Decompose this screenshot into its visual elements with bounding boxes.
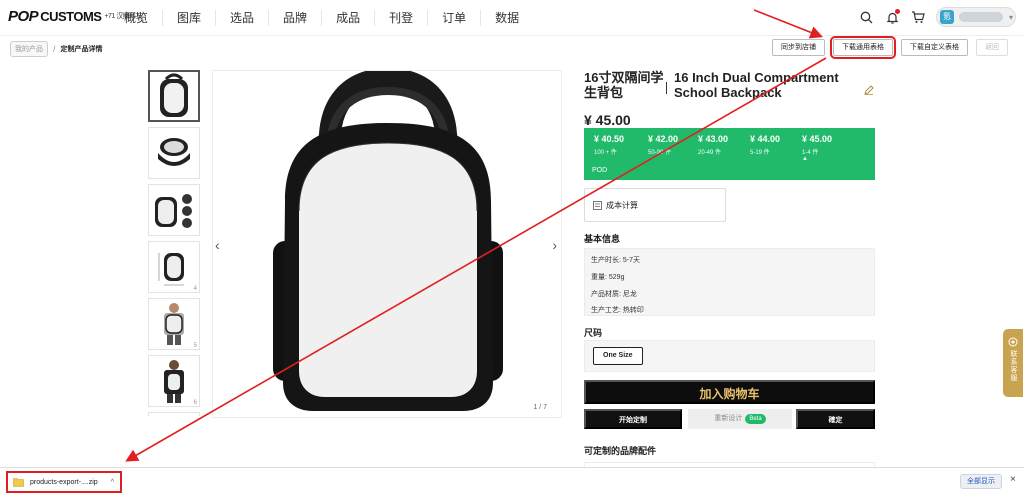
breadcrumb-my-products[interactable]: 我的产品 <box>10 41 48 57</box>
cost-calculator-button[interactable]: 成本计算 <box>584 188 726 222</box>
info-process: 生产工艺: 热转印 <box>591 307 644 314</box>
product-main-image: ‹ › 1 / 7 <box>212 67 562 418</box>
nav-item-overview[interactable]: 概览 <box>118 10 162 26</box>
thumbnail-front[interactable] <box>148 70 200 122</box>
top-navigation: POP CUSTOMS +71 汉鼎科技 概览 图库 选品 品牌 成品 刊登 订… <box>0 0 1024 36</box>
title-divider <box>666 82 667 94</box>
size-heading: 尺码 <box>584 328 603 338</box>
logo-pop: POP <box>8 8 39 25</box>
chevron-right-icon[interactable]: › <box>552 237 557 253</box>
calculator-icon <box>593 200 602 210</box>
nav-item-orders[interactable]: 订单 <box>427 10 480 26</box>
product-price: ¥ 45.00 <box>584 112 631 128</box>
cart-icon[interactable] <box>910 9 926 25</box>
thumbnail-number: 5 <box>193 343 197 349</box>
tier-item: ¥ 45.00 1-4 件 <box>802 134 832 156</box>
thumbnail-more[interactable] <box>148 412 200 416</box>
nav-item-selection[interactable]: 选品 <box>215 10 268 26</box>
accessories-heading: 可定制的品牌配件 <box>584 446 657 456</box>
nav-item-finished[interactable]: 成品 <box>321 10 374 26</box>
close-icon[interactable]: × <box>1010 474 1016 485</box>
size-options: One Size <box>584 340 875 372</box>
breadcrumb-separator: / <box>53 44 56 54</box>
chevron-left-icon[interactable]: ‹ <box>215 237 220 253</box>
download-common-sheet-button[interactable]: 下载通用表格 <box>830 36 896 59</box>
nav-right-tools: 氪 ▾ <box>858 7 1016 27</box>
avatar: 氪 <box>940 10 954 24</box>
page-actions: 同步到店铺 下载通用表格 下载自定义表格 返回 <box>772 36 1008 59</box>
thumbnail-list: 4 5 6 <box>148 70 202 416</box>
breadcrumb: 我的产品 / 定制产品详情 <box>10 41 103 57</box>
download-custom-sheet-button[interactable]: 下载自定义表格 <box>901 39 968 56</box>
nav-item-data[interactable]: 数据 <box>480 10 533 26</box>
add-to-cart-button[interactable]: 加入购物车 <box>584 380 875 404</box>
basic-info-box: 生产时长: 5-7天 重量: 529g 产品材质: 尼龙 生产工艺: 热转印 <box>584 248 875 316</box>
notification-dot <box>895 9 900 14</box>
selected-tier-marker: ▲ <box>802 156 808 162</box>
thumbnail-details[interactable] <box>148 184 200 236</box>
tier-quantity: 20-49 件 <box>698 150 722 156</box>
redesign-button[interactable]: 重新设计 Beta <box>688 409 792 429</box>
tier-price: ¥ 42.00 <box>648 134 679 144</box>
tier-item: ¥ 44.00 5-19 件 <box>750 134 780 156</box>
thumbnail-model-front[interactable]: 6 <box>148 355 200 407</box>
product-title-en: 16 Inch Dual Compartment School Backpack <box>674 70 839 100</box>
pod-label: POD <box>592 167 608 174</box>
search-icon[interactable] <box>858 9 874 25</box>
tier-item: ¥ 40.50 100 + 件 <box>594 134 624 156</box>
cost-calc-label: 成本计算 <box>606 200 638 210</box>
logo-customs: CUSTOMS <box>40 9 102 24</box>
sync-store-button[interactable]: 同步到店铺 <box>772 39 825 56</box>
main-menu: 概览 图库 选品 品牌 成品 刊登 订单 数据 <box>118 10 533 26</box>
edit-icon[interactable] <box>864 82 874 100</box>
headset-icon <box>1008 337 1018 347</box>
size-option-one-size[interactable]: One Size <box>593 347 643 365</box>
download-file-name: products-export-....zip <box>30 478 98 486</box>
thumbnail-number: 6 <box>193 400 197 406</box>
product-title-cn: 16寸双隔间学生背包 <box>584 70 664 100</box>
thumbnail-model-back[interactable]: 5 <box>148 298 200 350</box>
user-menu[interactable]: 氪 ▾ <box>936 7 1016 27</box>
backpack-image <box>273 67 503 411</box>
tier-price: ¥ 40.50 <box>594 134 625 144</box>
customer-service-tab[interactable]: 联系客服 <box>1003 329 1023 397</box>
tier-quantity: 100 + 件 <box>594 150 617 156</box>
download-bar: products-export-....zip ^ 全部显示 × <box>0 467 1024 495</box>
chevron-up-icon[interactable]: ^ <box>111 479 114 486</box>
tier-item: ¥ 42.00 50-99 件 <box>648 134 678 156</box>
breadcrumb-current: 定制产品详情 <box>60 46 103 53</box>
info-weight: 重量: 529g <box>591 274 625 281</box>
customer-service-label: 联系客服 <box>1010 350 1017 382</box>
info-production-time: 生产时长: 5-7天 <box>591 257 641 264</box>
tier-quantity: 5-19 件 <box>750 150 770 156</box>
info-material: 产品材质: 尼龙 <box>591 291 637 298</box>
image-pager: 1 / 7 <box>533 404 547 411</box>
start-custom-button[interactable]: 开始定制 <box>584 409 682 429</box>
download-item[interactable]: products-export-....zip ^ <box>6 471 122 493</box>
redesign-label: 重新设计 <box>714 415 743 422</box>
thumbnail-number: 4 <box>193 286 197 292</box>
thumbnail-dimensions[interactable]: 4 <box>148 241 200 293</box>
tier-price: ¥ 44.00 <box>750 134 781 144</box>
tier-item: ¥ 43.00 20-49 件 <box>698 134 728 156</box>
confirm-button[interactable]: 確定 <box>796 409 875 429</box>
back-button[interactable]: 返回 <box>976 39 1008 56</box>
nav-item-gallery[interactable]: 图库 <box>162 10 215 26</box>
sub-header: 我的产品 / 定制产品详情 同步到店铺 下载通用表格 下载自定义表格 返回 <box>0 36 1024 62</box>
beta-badge: Beta <box>745 414 766 424</box>
thumbnail-open[interactable] <box>148 127 200 179</box>
tier-price: ¥ 43.00 <box>698 134 729 144</box>
tier-price: ¥ 45.00 <box>802 134 833 144</box>
bell-icon[interactable] <box>884 9 900 25</box>
username-redacted <box>959 12 1003 22</box>
basic-info-heading: 基本信息 <box>584 234 621 244</box>
chevron-down-icon: ▾ <box>1009 12 1014 22</box>
nav-item-brand[interactable]: 品牌 <box>268 10 321 26</box>
tier-pricing: ¥ 40.50 100 + 件 ¥ 42.00 50-99 件 ¥ 43.00 … <box>584 128 875 180</box>
nav-item-listing[interactable]: 刊登 <box>374 10 427 26</box>
show-all-downloads-button[interactable]: 全部显示 <box>960 474 1002 489</box>
tier-quantity: 1-4 件 <box>802 150 819 156</box>
folder-zip-icon <box>13 478 24 487</box>
tier-quantity: 50-99 件 <box>648 150 672 156</box>
